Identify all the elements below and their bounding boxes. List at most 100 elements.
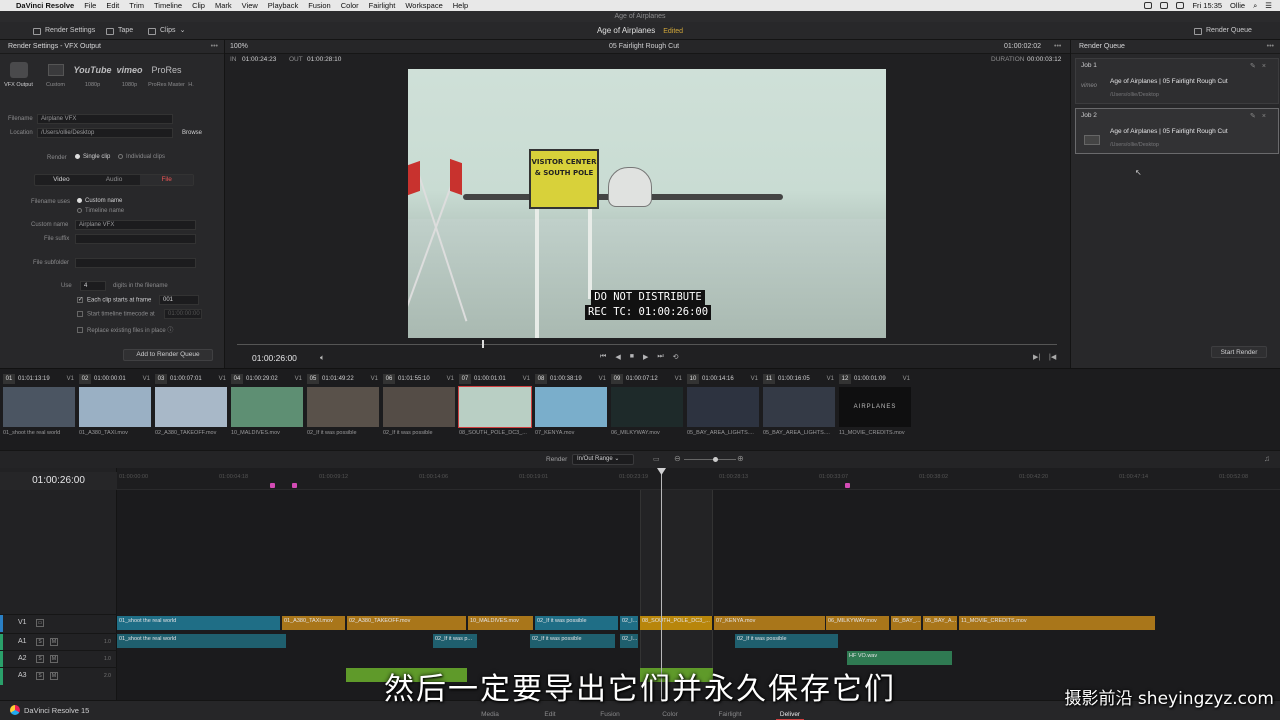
menu-color[interactable]: Color	[341, 1, 359, 10]
menu-clip[interactable]: Clip	[192, 1, 205, 10]
start-tc-input[interactable]: 01:00:00:00	[164, 309, 202, 319]
browse-button[interactable]: Browse	[182, 130, 202, 136]
edit-icon[interactable]: ✎	[1250, 113, 1262, 120]
digits-stepper[interactable]: 4	[80, 281, 106, 291]
video-frame[interactable]: VISITOR CENTER & SOUTH POLE DO NOT DISTR…	[408, 69, 886, 338]
page-fusion[interactable]: Fusion	[590, 711, 630, 718]
menu-trim[interactable]: Trim	[129, 1, 144, 10]
preset-prores[interactable]: ProRes ProRes Master	[148, 58, 185, 102]
page-media[interactable]: Media	[470, 711, 510, 718]
monitor-icon[interactable]: ▭	[36, 619, 44, 627]
clip-thumbnail[interactable]: 05 01:01:49:22 V1 02_If it was possible	[307, 374, 382, 444]
search-icon[interactable]: ⌕	[1253, 1, 1257, 11]
timeline-name-option[interactable]: Timeline name	[77, 208, 124, 214]
clip-thumbnail[interactable]: 10 01:00:14:16 V1 05_BAY_AREA_LIGHTS....	[687, 374, 762, 444]
menu-help[interactable]: Help	[453, 1, 468, 10]
play-icon[interactable]: ▶	[643, 353, 648, 361]
v1-clip[interactable]: 02_A380_TAKEOFF.mov	[347, 616, 467, 630]
zoom-slider-knob[interactable]	[713, 457, 718, 462]
v1-clip[interactable]: 10_MALDIVES.mov	[468, 616, 534, 630]
timeline-marker[interactable]	[292, 483, 297, 488]
tab-file[interactable]: File	[140, 175, 194, 185]
render-range-select[interactable]: In/Out Range ⌄	[572, 454, 634, 465]
v1-clip[interactable]: 02_If it was possible	[535, 616, 619, 630]
solo-button[interactable]: S	[36, 655, 44, 663]
menu-mark[interactable]: Mark	[215, 1, 232, 10]
clip-thumbnail[interactable]: 09 01:00:07:12 V1 06_MILKYWAY.mov	[611, 374, 686, 444]
v1-clip[interactable]: 02_I...	[620, 616, 639, 630]
queue-options-icon[interactable]: •••	[1267, 40, 1274, 54]
v1-clip[interactable]: 05_BAY_...	[891, 616, 922, 630]
speaker-icon[interactable]: 🔈︎	[320, 353, 325, 363]
edit-icon[interactable]: ✎	[1250, 63, 1262, 70]
start-tc-checkbox[interactable]: Start timeline timecode at	[77, 311, 155, 318]
play-reverse-icon[interactable]: ◀	[615, 353, 620, 361]
timeline-ruler[interactable]: 01:00:00:00 01:00:04:18 01:00:09:12 01:00:1…	[117, 468, 1280, 490]
page-deliver[interactable]: Deliver	[770, 711, 810, 720]
zoom-slider[interactable]	[684, 459, 736, 460]
v1-clip[interactable]: 05_BAY_A...	[923, 616, 958, 630]
skip-to-start-icon[interactable]: ⏮︎	[600, 353, 606, 361]
preset-vfx-output[interactable]: VFX Output	[0, 58, 37, 102]
menu-timeline[interactable]: Timeline	[154, 1, 182, 10]
start-frame-input[interactable]: 001	[159, 295, 199, 305]
viewer-options-icon[interactable]: •••	[1054, 40, 1061, 54]
scrub-playhead[interactable]	[482, 340, 484, 348]
menu-playback[interactable]: Playback	[268, 1, 298, 10]
v1-clip[interactable]: 07_KENYA.mov	[714, 616, 826, 630]
v1-clip[interactable]: 01_shoot the real world	[117, 616, 281, 630]
next-edit-icon[interactable]: |◀	[1049, 353, 1056, 361]
menu-edit[interactable]: Edit	[106, 1, 119, 10]
clip-thumbnail[interactable]: 06 01:01:55:10 V1 02_If it was possible	[383, 374, 458, 444]
skip-to-end-icon[interactable]: ⏭︎	[657, 353, 663, 361]
battery-icon[interactable]	[1176, 2, 1185, 9]
prev-edit-icon[interactable]: ▶|	[1033, 353, 1040, 361]
v1-clip[interactable]: 01_A380_TAXI.mov	[282, 616, 346, 630]
stop-icon[interactable]: ■	[630, 353, 634, 361]
clip-thumbnail[interactable]: 02 01:00:00:01 V1 01_A380_TAXI.mov	[79, 374, 154, 444]
menu-fairlight[interactable]: Fairlight	[369, 1, 396, 10]
page-edit[interactable]: Edit	[530, 711, 570, 718]
v1-clip[interactable]: 06_MILKYWAY.mov	[826, 616, 890, 630]
clip-thumbnail[interactable]: 07 01:00:01:01 V1 08_SOUTH_POLE_DC3_...	[458, 374, 534, 444]
page-color[interactable]: Color	[650, 711, 690, 718]
preset-h264[interactable]: H.	[185, 58, 197, 102]
single-clip-option[interactable]: Single clip	[75, 154, 110, 160]
clip-thumbnail[interactable]: 08 01:00:38:19 V1 07_KENYA.mov	[535, 374, 610, 444]
loop-icon[interactable]: ⟲	[673, 353, 679, 361]
list-icon[interactable]: ☰	[1265, 1, 1272, 10]
tab-video[interactable]: Video	[35, 175, 88, 185]
preset-youtube[interactable]: YouTube 1080p	[74, 58, 112, 102]
file-subfolder-input[interactable]	[75, 258, 196, 268]
a1-clip[interactable]: 02_If it was possible	[735, 634, 839, 648]
a1-clip[interactable]: 02_I...	[620, 634, 639, 648]
filename-input[interactable]: Airplane VFX	[37, 114, 173, 124]
render-queue-button[interactable]: Render Queue	[1194, 22, 1252, 40]
zoom-level[interactable]: 100%	[230, 40, 248, 54]
clip-thumbnail[interactable]: 04 01:00:29:02 V1 10_MALDIVES.mov	[231, 374, 306, 444]
timeline-marker[interactable]	[270, 483, 275, 488]
mute-button[interactable]: M	[50, 638, 58, 646]
clip-thumbnail[interactable]: 11 01:00:16:05 V1 05_BAY_AREA_LIGHTS....	[763, 374, 838, 444]
clock[interactable]: Fri 15:35	[1192, 1, 1222, 10]
audio-meter-icon[interactable]: ♫	[1264, 454, 1270, 463]
a1-clip[interactable]: 02_If it was p...	[433, 634, 478, 648]
clip-thumbnail[interactable]: 12 01:00:01:09 V1 AIRPLANES 11_MOVIE_CREDITS…	[839, 374, 914, 444]
wifi-icon[interactable]	[1160, 2, 1169, 9]
preset-custom[interactable]: Custom	[37, 58, 74, 102]
individual-clips-option[interactable]: Individual clips	[118, 154, 165, 160]
clip-thumbnail[interactable]: 03 01:00:07:01 V1 02_A380_TAKEOFF.mov	[155, 374, 230, 444]
tab-audio[interactable]: Audio	[88, 175, 141, 185]
location-input[interactable]: /Users/ollie/Desktop	[37, 128, 173, 138]
add-to-render-queue-button[interactable]: Add to Render Queue	[123, 349, 213, 361]
more-options-icon[interactable]: •••	[211, 40, 218, 54]
clip-thumbnail[interactable]: 01 01:01:13:19 V1 01_shoot the real world	[3, 374, 78, 444]
mute-button[interactable]: M	[50, 655, 58, 663]
page-fairlight[interactable]: Fairlight	[710, 711, 750, 718]
a1-clip[interactable]: 02_If it was possible	[530, 634, 616, 648]
each-clip-checkbox[interactable]: ✓ Each clip starts at frame	[77, 297, 151, 304]
v1-clip[interactable]: 11_MOVIE_CREDITS.mov	[959, 616, 1156, 630]
zoom-in-icon[interactable]: ⊕	[737, 454, 744, 463]
timeline-view-icon[interactable]: ▭	[653, 455, 660, 463]
preset-vimeo[interactable]: vimeo 1080p	[111, 58, 148, 102]
